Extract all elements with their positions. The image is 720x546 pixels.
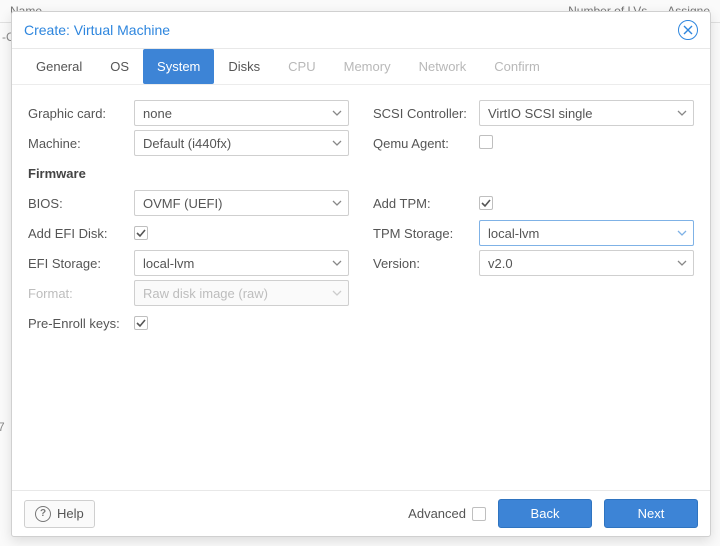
tab-system[interactable]: System <box>143 49 214 84</box>
advanced-label: Advanced <box>408 506 466 521</box>
right-column: SCSI Controller: VirtIO SCSI single Qemu… <box>373 99 694 480</box>
dialog-body: Graphic card: none Machine: Default (i44… <box>12 85 710 490</box>
pre-enroll-keys-label: Pre-Enroll keys: <box>28 316 134 331</box>
help-button[interactable]: ? Help <box>24 500 95 528</box>
dialog-titlebar: Create: Virtual Machine <box>12 12 710 49</box>
machine-value: Default (i440fx) <box>143 136 231 151</box>
tpm-storage-value: local-lvm <box>488 226 539 241</box>
scsi-controller-label: SCSI Controller: <box>373 106 479 121</box>
add-efi-disk-label: Add EFI Disk: <box>28 226 134 241</box>
tpm-storage-select[interactable]: local-lvm <box>479 220 694 246</box>
add-efi-disk-checkbox[interactable] <box>134 226 148 240</box>
graphic-card-select[interactable]: none <box>134 100 349 126</box>
chevron-down-icon <box>677 258 687 268</box>
chevron-down-icon <box>332 288 342 298</box>
machine-select[interactable]: Default (i440fx) <box>134 130 349 156</box>
next-button[interactable]: Next <box>604 499 698 528</box>
bios-select[interactable]: OVMF (UEFI) <box>134 190 349 216</box>
app-backdrop: Name Number of LVs Assigne -CNX) 7 Creat… <box>0 0 720 546</box>
qemu-agent-label: Qemu Agent: <box>373 136 479 151</box>
machine-label: Machine: <box>28 136 134 151</box>
back-button[interactable]: Back <box>498 499 592 528</box>
bios-value: OVMF (UEFI) <box>143 196 222 211</box>
chevron-down-icon <box>677 228 687 238</box>
firmware-section-label: Firmware <box>28 166 134 181</box>
version-select[interactable]: v2.0 <box>479 250 694 276</box>
tab-cpu: CPU <box>274 49 329 84</box>
efi-storage-select[interactable]: local-lvm <box>134 250 349 276</box>
tpm-storage-label: TPM Storage: <box>373 226 479 241</box>
create-vm-dialog: Create: Virtual Machine General OS Syste… <box>11 11 711 537</box>
format-label: Format: <box>28 286 134 301</box>
efi-storage-label: EFI Storage: <box>28 256 134 271</box>
graphic-card-value: none <box>143 106 172 121</box>
help-label: Help <box>57 506 84 521</box>
footer-right: Advanced Back Next <box>408 499 698 528</box>
pre-enroll-keys-checkbox[interactable] <box>134 316 148 330</box>
advanced-checkbox[interactable] <box>472 507 486 521</box>
tab-disks[interactable]: Disks <box>214 49 274 84</box>
scsi-controller-select[interactable]: VirtIO SCSI single <box>479 100 694 126</box>
format-value: Raw disk image (raw) <box>143 286 268 301</box>
close-icon <box>683 23 693 38</box>
add-tpm-checkbox[interactable] <box>479 196 493 210</box>
qemu-agent-checkbox[interactable] <box>479 135 493 149</box>
bios-label: BIOS: <box>28 196 134 211</box>
chevron-down-icon <box>332 258 342 268</box>
help-icon: ? <box>35 506 51 522</box>
version-value: v2.0 <box>488 256 513 271</box>
tab-confirm: Confirm <box>480 49 554 84</box>
wizard-tabs: General OS System Disks CPU Memory Netwo… <box>12 49 710 85</box>
close-button[interactable] <box>678 20 698 40</box>
chevron-down-icon <box>677 108 687 118</box>
chevron-down-icon <box>332 108 342 118</box>
efi-storage-value: local-lvm <box>143 256 194 271</box>
dialog-title: Create: Virtual Machine <box>24 22 170 38</box>
version-label: Version: <box>373 256 479 271</box>
tab-network: Network <box>405 49 481 84</box>
left-column: Graphic card: none Machine: Default (i44… <box>28 99 349 480</box>
graphic-card-label: Graphic card: <box>28 106 134 121</box>
scsi-controller-value: VirtIO SCSI single <box>488 106 593 121</box>
format-select: Raw disk image (raw) <box>134 280 349 306</box>
chevron-down-icon <box>332 198 342 208</box>
bg-row-number: 7 <box>0 420 5 434</box>
tab-memory: Memory <box>330 49 405 84</box>
chevron-down-icon <box>332 138 342 148</box>
dialog-footer: ? Help Advanced Back Next <box>12 490 710 536</box>
tab-os[interactable]: OS <box>96 49 143 84</box>
add-tpm-label: Add TPM: <box>373 196 479 211</box>
advanced-toggle[interactable]: Advanced <box>408 506 486 521</box>
tab-general[interactable]: General <box>22 49 96 84</box>
